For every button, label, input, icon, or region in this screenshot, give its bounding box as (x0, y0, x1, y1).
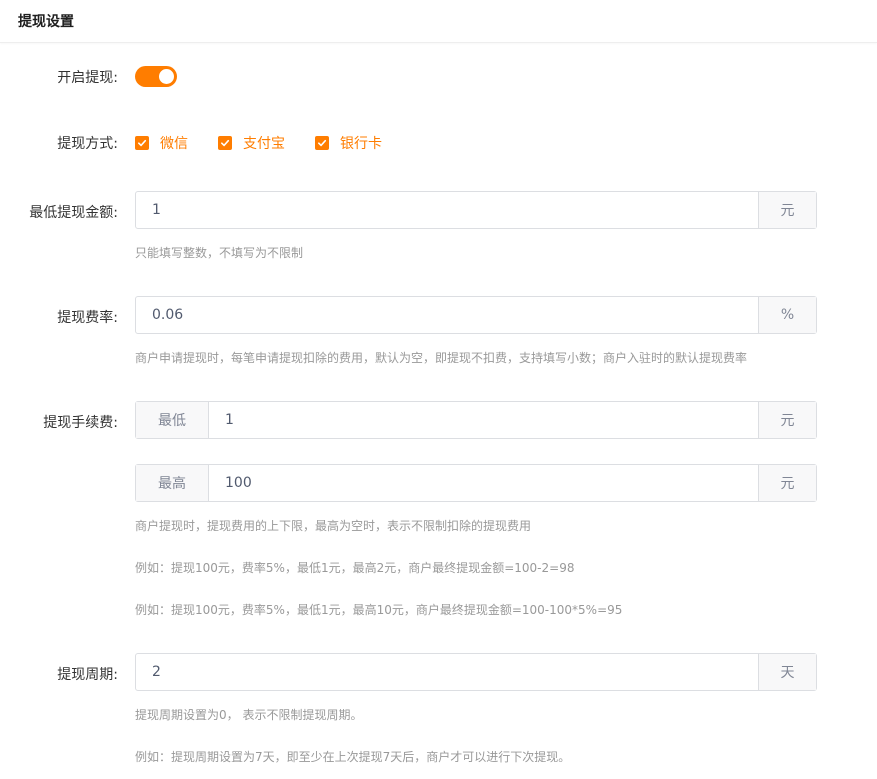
handling-fee-example-1: 例如：提现100元，费率5%，最低1元，最高2元，商户最终提现金额=100-2=… (135, 561, 575, 575)
min-amount-hint: 只能填写整数，不填写为不限制 (135, 246, 304, 260)
handling-fee-min-unit: 元 (758, 402, 816, 438)
handling-fee-label: 提现手续费: (43, 415, 118, 431)
withdrawal-period-hint: 提现周期设置为0， 表示不限制提现周期。 (135, 708, 363, 722)
checkmark-icon (135, 136, 149, 150)
method-alipay-checkbox[interactable]: 支付宝 (218, 133, 285, 153)
fee-rate-input[interactable] (136, 297, 758, 333)
min-amount-input[interactable] (136, 192, 758, 228)
handling-fee-example-2: 例如：提现100元，费率5%，最低1元，最高10元，商户最终提现金额=100-1… (135, 603, 623, 617)
fee-rate-label: 提现费率: (57, 310, 118, 326)
method-wechat-checkbox[interactable]: 微信 (135, 133, 188, 153)
min-amount-label: 最低提现金额: (29, 205, 118, 221)
toggle-knob (159, 69, 174, 84)
method-alipay-label: 支付宝 (243, 136, 285, 152)
handling-fee-min-input[interactable] (209, 402, 758, 438)
withdrawal-methods-group: 微信 支付宝 银行卡 (135, 133, 412, 153)
page-title: 提现设置 (18, 14, 74, 30)
checkmark-icon (218, 136, 232, 150)
handling-fee-min-group: 最低 元 (135, 401, 817, 439)
enable-withdrawal-label: 开启提现: (57, 70, 118, 86)
handling-fee-max-unit: 元 (758, 465, 816, 501)
method-wechat-label: 微信 (160, 136, 188, 152)
handling-fee-max-input[interactable] (209, 465, 758, 501)
handling-fee-max-group: 最高 元 (135, 464, 817, 502)
withdrawal-period-input-group: 天 (135, 653, 817, 691)
page-header: 提现设置 (0, 0, 877, 43)
fee-rate-input-group: % (135, 296, 817, 334)
enable-withdrawal-toggle[interactable] (135, 66, 177, 87)
checkmark-icon (315, 136, 329, 150)
handling-fee-hint: 商户提现时，提现费用的上下限，最高为空时，表示不限制扣除的提现费用 (135, 519, 532, 533)
handling-fee-max-prefix: 最高 (136, 465, 209, 501)
min-amount-unit: 元 (758, 192, 816, 228)
min-amount-input-group: 元 (135, 191, 817, 229)
withdrawal-methods-label: 提现方式: (57, 136, 118, 152)
withdrawal-period-label: 提现周期: (57, 667, 118, 683)
method-bankcard-checkbox[interactable]: 银行卡 (315, 133, 382, 153)
withdrawal-period-input[interactable] (136, 654, 758, 690)
fee-rate-hint: 商户申请提现时，每笔申请提现扣除的费用，默认为空，即提现不扣费，支持填写小数；商… (135, 351, 748, 365)
handling-fee-min-prefix: 最低 (136, 402, 209, 438)
withdrawal-period-unit: 天 (758, 654, 816, 690)
fee-rate-unit: % (758, 297, 816, 333)
withdrawal-period-example: 例如：提现周期设置为7天，即至少在上次提现7天后，商户才可以进行下次提现。 (135, 750, 571, 764)
method-bankcard-label: 银行卡 (340, 136, 382, 152)
